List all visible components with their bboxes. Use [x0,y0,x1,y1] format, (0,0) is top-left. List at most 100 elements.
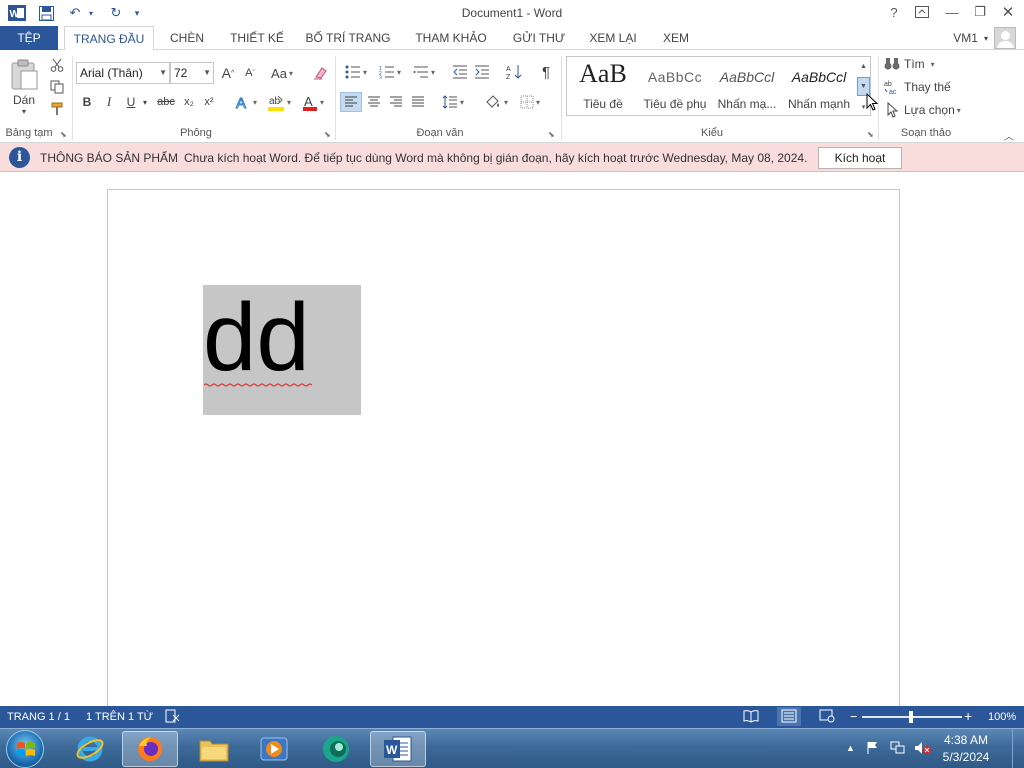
clock-time[interactable]: 4:38 AM [936,733,996,747]
start-button[interactable] [6,730,44,768]
tab-file[interactable]: TỆP [0,26,58,50]
find-button[interactable]: Tìm ▾ [884,54,954,74]
tab-references[interactable]: THAM KHẢO [406,26,496,50]
web-layout-icon[interactable] [819,709,835,726]
text-effects-button[interactable]: A ▾ [232,92,260,112]
chevron-down-icon[interactable]: ▼ [203,63,211,83]
zoom-slider-thumb[interactable] [909,711,913,723]
minimize-icon[interactable]: — [938,2,966,22]
tab-layout[interactable]: BỐ TRÍ TRANG [300,26,396,50]
customize-quick-access-icon[interactable]: ▾ [130,3,144,23]
numbering-button[interactable]: 1 2 3 ▾ [374,62,406,82]
activate-button[interactable]: Kích hoạt [818,147,902,169]
internet-explorer-taskbar-button[interactable] [62,731,118,767]
subscript-button[interactable]: x₂ [180,92,198,112]
show-formatting-marks-button[interactable]: ¶ [536,62,556,82]
style-item-subtle-emphasis[interactable]: AaBbCcl Nhấn mạ... [711,59,783,114]
help-button[interactable]: ? [880,2,908,22]
volume-muted-icon[interactable] [914,741,932,758]
collapse-ribbon-icon[interactable]: ︿ [1004,128,1014,143]
firefox-taskbar-button[interactable] [122,731,178,767]
network-icon[interactable] [890,741,906,758]
bold-button[interactable]: B [78,92,96,112]
grow-font-button[interactable]: A ^ [218,63,238,83]
chevron-down-icon[interactable]: ▼ [159,63,167,83]
word-count[interactable]: 1 TRÊN 1 TỪ [86,711,153,723]
styles-launcher-icon[interactable]: ⬊ [867,130,874,139]
highlight-color-button[interactable]: ab ▾ [264,92,294,112]
tab-view[interactable]: XEM [654,26,698,50]
replace-button[interactable]: ab ac Thay thế [884,77,964,97]
action-center-flag-icon[interactable] [866,741,880,758]
shrink-font-button[interactable]: Aˇ [240,63,260,83]
borders-button[interactable]: ▾ [514,92,546,112]
zoom-level[interactable]: 100% [988,711,1016,723]
redo-icon[interactable]: ↻ [106,3,126,23]
chevron-down-icon[interactable]: ▾ [984,34,988,43]
gallery-up-icon[interactable]: ▲ [857,57,870,76]
increase-indent-button[interactable] [472,62,492,82]
font-color-button[interactable]: A ▾ [298,92,328,112]
style-item-subtitle[interactable]: AaBbCc Tiêu đề phụ [639,59,711,114]
page-count[interactable]: TRANG 1 / 1 [7,711,70,723]
strikethrough-button[interactable]: abc [154,92,178,112]
show-desktop-button[interactable] [1012,729,1024,768]
media-player-taskbar-button[interactable] [246,731,302,767]
copy-button[interactable] [48,78,66,96]
avatar[interactable] [994,27,1016,49]
document-page[interactable]: dd [107,189,900,719]
multilevel-list-button[interactable]: ▾ [408,62,440,82]
show-hidden-icons-icon[interactable]: ▲ [846,743,855,753]
undo-dropdown-icon[interactable]: ▾ [86,3,96,23]
zoom-in-button[interactable]: + [964,708,972,724]
clipboard-launcher-icon[interactable]: ⬊ [60,130,67,139]
sort-button[interactable]: AZ [504,62,524,82]
shading-button[interactable]: ▾ [480,92,512,112]
cut-button[interactable] [48,56,66,74]
bullets-button[interactable]: ▾ [340,62,372,82]
superscript-button[interactable]: x² [200,92,218,112]
clear-formatting-button[interactable] [310,63,330,83]
format-painter-button[interactable] [48,100,66,118]
font-name-combo[interactable]: Arial (Thân) ▼ [76,62,170,84]
font-size-combo[interactable]: 72 ▼ [170,62,214,84]
italic-button[interactable]: I [100,92,118,112]
change-case-button[interactable]: Aa ▾ [266,63,298,83]
align-center-button[interactable] [364,92,384,112]
underline-button[interactable]: U [122,92,140,112]
zoom-out-button[interactable]: − [850,709,858,724]
tab-home[interactable]: TRANG ĐẦU [64,26,154,51]
undo-icon[interactable]: ↶ [64,3,86,23]
account-area[interactable]: VM1 ▾ [953,26,1016,50]
tab-design[interactable]: THIẾT KẾ [222,26,292,50]
restore-icon[interactable]: ❐ [966,2,994,22]
style-item-title[interactable]: AaB Tiêu đề [567,59,639,114]
clock-date[interactable]: 5/3/2024 [936,750,996,764]
line-spacing-button[interactable]: ▾ [438,92,468,112]
font-launcher-icon[interactable]: ⬊ [324,130,331,139]
document-text[interactable]: dd [203,288,310,388]
print-layout-icon[interactable] [777,707,801,726]
document-area[interactable]: dd [0,172,1024,719]
close-icon[interactable]: ✕ [994,2,1022,22]
style-item-emphasis[interactable]: AaBbCcl Nhấn mạnh [783,59,855,114]
word-taskbar-button[interactable]: W [370,731,426,767]
tab-mailings[interactable]: GỬI THƯ [506,26,572,50]
save-icon[interactable] [36,3,56,23]
align-left-button[interactable] [340,92,362,112]
file-explorer-taskbar-button[interactable] [186,731,242,767]
tab-review[interactable]: XEM LẠI [582,26,644,50]
select-button[interactable]: Lựa chọn ▾ [886,100,970,120]
word-logo-icon[interactable]: W [6,3,28,23]
user-name[interactable]: VM1 [953,31,978,45]
paste-button[interactable]: Dán ▾ [4,54,44,120]
decrease-indent-button[interactable] [450,62,470,82]
justify-button[interactable] [408,92,428,112]
app-taskbar-button[interactable] [308,731,364,767]
tab-insert[interactable]: CHÈN [160,26,214,50]
ribbon-display-options-icon[interactable] [908,2,936,22]
chevron-down-icon[interactable]: ▾ [140,92,150,112]
align-right-button[interactable] [386,92,406,112]
proofing-icon[interactable] [165,709,181,726]
paragraph-launcher-icon[interactable]: ⬊ [548,130,555,139]
